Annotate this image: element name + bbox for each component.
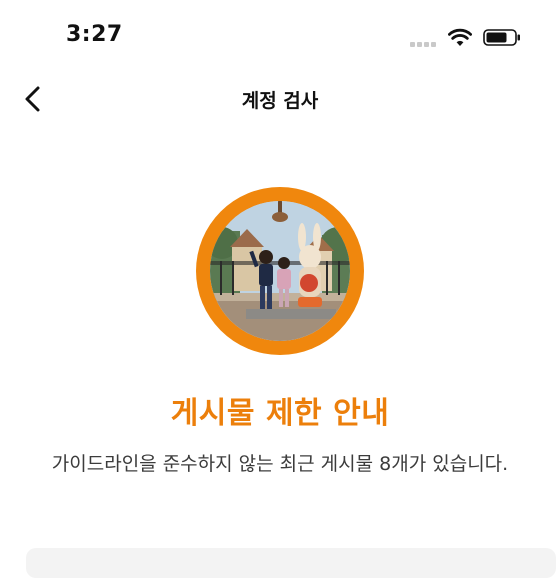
status-bar: 3:27 <box>0 0 560 74</box>
notice-message: 가이드라인을 준수하지 않는 최근 게시물 8개가 있습니다. <box>51 453 509 475</box>
battery-icon <box>483 29 520 46</box>
profile-photo-ring <box>196 187 364 355</box>
nav-bar: 계정 검사 <box>0 74 560 124</box>
bottom-card <box>26 548 556 578</box>
wifi-icon <box>448 28 472 46</box>
page-title: 계정 검사 <box>241 90 319 112</box>
notice-title: 게시물 제한 안내 <box>170 396 390 431</box>
signal-icon <box>410 41 438 47</box>
profile-photo <box>210 201 350 341</box>
status-time: 3:27 <box>66 22 123 47</box>
